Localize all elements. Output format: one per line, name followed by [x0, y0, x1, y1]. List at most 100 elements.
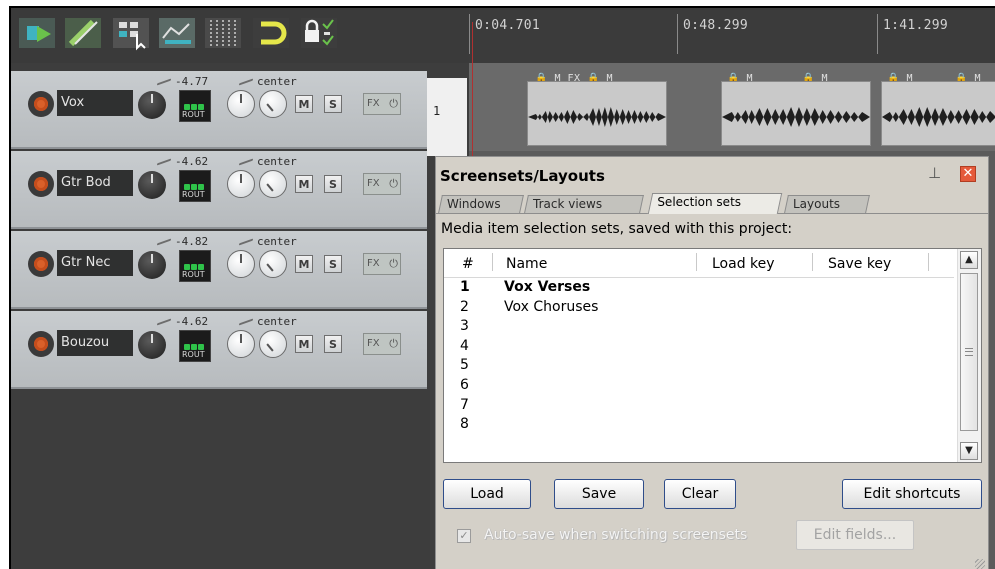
media-item[interactable]: [881, 81, 995, 146]
pan-indicator-icon: [239, 158, 253, 166]
fx-button[interactable]: FX ⏻: [363, 93, 401, 115]
fx-label: FX: [367, 258, 380, 269]
route-button[interactable]: ROUT: [179, 250, 211, 282]
row-name: Vox Verses: [504, 279, 591, 295]
waveform: [528, 107, 666, 127]
tab-selection-sets[interactable]: Selection sets: [647, 193, 783, 214]
column-load-key[interactable]: Load key: [712, 256, 775, 272]
pin-icon[interactable]: ⊥: [928, 164, 944, 182]
track-control-area: -4.77 center Vox ROUT M S FX ⏻ -4.62 cent…: [11, 63, 427, 569]
scroll-down-icon[interactable]: ▼: [960, 442, 978, 460]
track-name[interactable]: Gtr Bod: [57, 170, 133, 196]
power-icon[interactable]: ⏻: [389, 174, 398, 194]
width-knob[interactable]: [227, 250, 255, 278]
column-name[interactable]: Name: [506, 256, 547, 272]
resize-grip-icon[interactable]: [975, 559, 985, 569]
edit-fields-button[interactable]: Edit fields...: [796, 520, 914, 550]
track-panel[interactable]: -4.77 center Vox ROUT M S FX ⏻: [11, 71, 427, 149]
pan-knob[interactable]: [259, 90, 287, 118]
vertical-scrollbar[interactable]: ▲ ▼: [957, 249, 981, 462]
scroll-up-icon[interactable]: ▲: [960, 251, 978, 269]
autosave-checkbox[interactable]: ✓: [457, 529, 471, 543]
close-button[interactable]: ✕: [960, 166, 976, 182]
fx-button[interactable]: FX ⏻: [363, 253, 401, 275]
snap-magnet-icon[interactable]: [251, 14, 293, 54]
main-toolbar: [11, 8, 469, 63]
list-row[interactable]: 4: [444, 338, 954, 358]
ripple-link-icon[interactable]: [63, 14, 105, 54]
row-number: 3: [460, 318, 469, 335]
track-name[interactable]: Gtr Nec: [57, 250, 133, 276]
volume-knob[interactable]: [138, 331, 166, 359]
list-row[interactable]: 5: [444, 357, 954, 377]
grid-select-icon[interactable]: [111, 14, 153, 54]
track-panel[interactable]: -4.82 center Gtr Nec ROUT M S FX ⏻: [11, 231, 427, 309]
list-row[interactable]: 6: [444, 377, 954, 397]
route-label: ROUT: [182, 270, 205, 279]
volume-knob[interactable]: [138, 171, 166, 199]
solo-button[interactable]: S: [324, 335, 342, 353]
power-icon[interactable]: ⏻: [389, 254, 398, 274]
envelope-points-icon[interactable]: [157, 14, 199, 54]
record-arm-button[interactable]: [28, 251, 54, 277]
route-button[interactable]: ROUT: [179, 90, 211, 122]
timeline-ruler[interactable]: 0:04.701 0:48.299 1:41.299: [469, 8, 995, 63]
tab-track-views[interactable]: Track views: [524, 195, 644, 213]
track-volume: -4.62: [175, 155, 209, 168]
mute-button[interactable]: M: [295, 95, 313, 113]
media-item[interactable]: [721, 81, 871, 146]
grid-lines-icon[interactable]: [203, 14, 245, 54]
list-row[interactable]: 7: [444, 397, 954, 417]
media-item[interactable]: [527, 81, 667, 146]
waveform: [722, 107, 870, 127]
pan-knob[interactable]: [259, 170, 287, 198]
pan-knob[interactable]: [259, 330, 287, 358]
row-number: 2: [460, 298, 469, 315]
load-button[interactable]: Load: [443, 479, 531, 509]
item-edit-icon[interactable]: [17, 14, 59, 54]
solo-button[interactable]: S: [324, 255, 342, 273]
tab-windows[interactable]: Windows: [438, 195, 524, 213]
power-icon[interactable]: ⏻: [389, 334, 398, 354]
selection-sets-list[interactable]: # Name Load key Save key 1 Vox Verses 2 Vo…: [443, 248, 982, 463]
track-panel[interactable]: -4.62 center Gtr Bod ROUT M S FX ⏻: [11, 151, 427, 229]
track-panel[interactable]: -4.62 center Bouzou ROUT M S FX ⏻: [11, 311, 427, 389]
route-button[interactable]: ROUT: [179, 330, 211, 362]
tab-layouts[interactable]: Layouts: [784, 195, 870, 213]
column-number[interactable]: #: [462, 256, 474, 272]
mute-button[interactable]: M: [295, 335, 313, 353]
fx-button[interactable]: FX ⏻: [363, 333, 401, 355]
solo-button[interactable]: S: [324, 95, 342, 113]
list-row[interactable]: 8: [444, 416, 954, 436]
ruler-tick: [877, 14, 878, 54]
tab-label: Layouts: [793, 197, 841, 211]
power-icon[interactable]: ⏻: [389, 94, 398, 114]
volume-knob[interactable]: [138, 251, 166, 279]
list-row[interactable]: 2 Vox Choruses: [444, 299, 954, 319]
mute-button[interactable]: M: [295, 255, 313, 273]
record-arm-button[interactable]: [28, 171, 54, 197]
route-button[interactable]: ROUT: [179, 170, 211, 202]
list-row[interactable]: 1 Vox Verses: [444, 279, 954, 299]
width-knob[interactable]: [227, 170, 255, 198]
row-number: 4: [460, 337, 469, 354]
scroll-thumb[interactable]: [960, 273, 978, 431]
width-knob[interactable]: [227, 90, 255, 118]
lock-icon[interactable]: [299, 14, 341, 54]
track-name[interactable]: Bouzou: [57, 330, 133, 356]
pan-knob[interactable]: [259, 250, 287, 278]
width-knob[interactable]: [227, 330, 255, 358]
track-name[interactable]: Vox: [57, 90, 133, 116]
volume-knob[interactable]: [138, 91, 166, 119]
clear-button[interactable]: Clear: [664, 479, 736, 509]
list-row[interactable]: 3: [444, 318, 954, 338]
mute-button[interactable]: M: [295, 175, 313, 193]
fx-button[interactable]: FX ⏻: [363, 173, 401, 195]
record-arm-button[interactable]: [28, 331, 54, 357]
column-save-key[interactable]: Save key: [828, 256, 891, 272]
column-separator: [928, 253, 929, 271]
edit-shortcuts-button[interactable]: Edit shortcuts: [842, 479, 982, 509]
solo-button[interactable]: S: [324, 175, 342, 193]
save-button[interactable]: Save: [554, 479, 644, 509]
record-arm-button[interactable]: [28, 91, 54, 117]
